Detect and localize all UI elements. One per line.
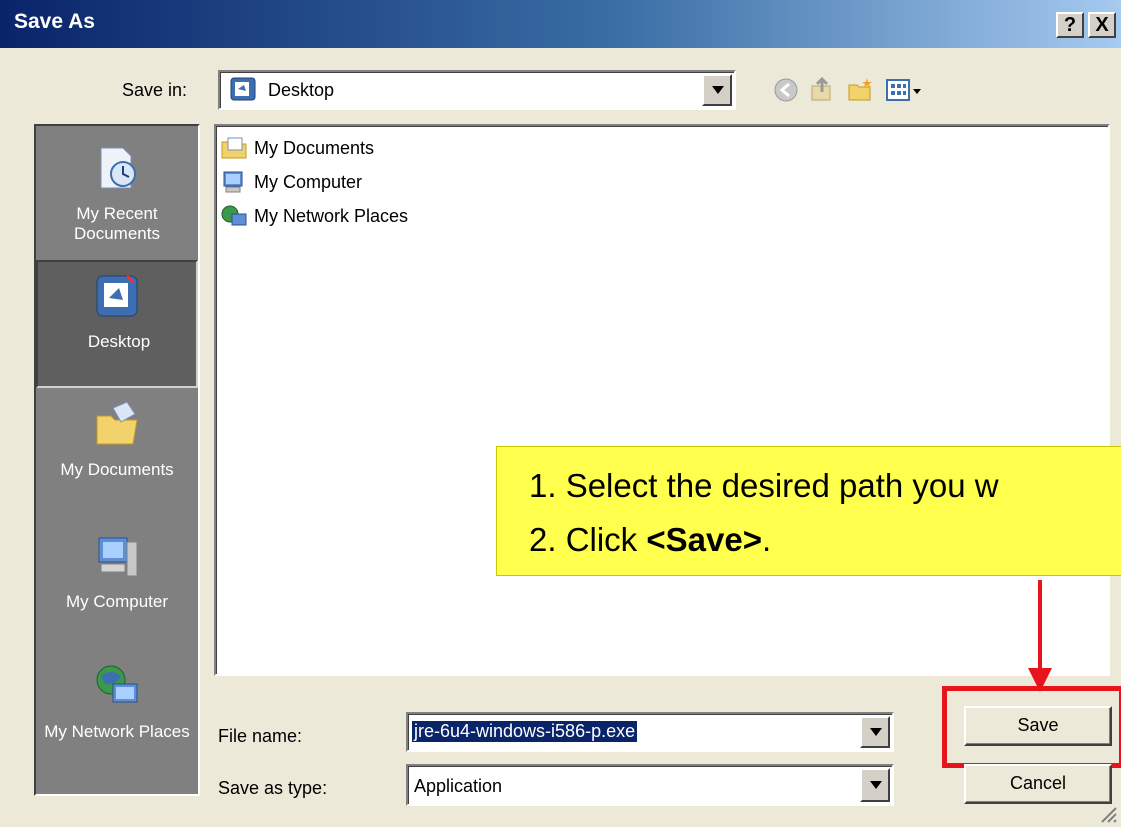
my-computer-icon <box>98 537 138 577</box>
red-arrow-icon <box>1028 580 1052 692</box>
desktop-icon <box>230 77 256 101</box>
chevron-down-icon <box>870 728 882 736</box>
place-my-recent-documents[interactable]: My Recent Documents <box>36 134 198 262</box>
callout-line-2-suffix: . <box>761 521 772 558</box>
file-name: My Network Places <box>254 206 409 226</box>
view-menu-icon[interactable] <box>884 76 924 104</box>
place-my-network-places[interactable]: My Network Places <box>36 652 198 780</box>
callout-line-2-bold: <Save> <box>646 521 762 558</box>
place-label: My Computer <box>65 592 169 611</box>
back-icon[interactable] <box>772 76 800 104</box>
close-button[interactable]: X <box>1088 12 1116 38</box>
list-item[interactable]: My Documents <box>220 136 520 160</box>
place-label: My Documents <box>60 460 174 479</box>
place-desktop[interactable]: Desktop <box>36 260 198 388</box>
place-label: My Recent Documents <box>74 204 160 243</box>
file-name: My Documents <box>254 138 375 158</box>
save-as-type-dropdown-button[interactable] <box>860 768 890 802</box>
cancel-button[interactable]: Cancel <box>964 764 1112 804</box>
file-name: My Computer <box>254 172 363 192</box>
computer-icon <box>223 171 243 193</box>
file-name-input[interactable]: jre-6u4-windows-i586-p.exe <box>406 712 894 752</box>
save-in-combo[interactable]: Desktop <box>218 70 736 110</box>
save-as-type-value: Application <box>414 776 503 796</box>
title-bar: Save As ? X <box>0 0 1121 48</box>
place-label: My Network Places <box>44 722 190 741</box>
place-my-documents[interactable]: My Documents <box>36 390 198 518</box>
file-name-label: File name: <box>218 726 303 746</box>
save-button[interactable]: Save <box>964 706 1112 746</box>
places-bar: My Recent Documents Desktop My Documents… <box>34 124 200 796</box>
save-as-type-select[interactable]: Application <box>406 764 894 806</box>
list-item[interactable]: My Computer <box>220 170 520 194</box>
folder-documents-icon <box>221 137 247 159</box>
list-item[interactable]: My Network Places <box>220 204 520 228</box>
up-folder-icon[interactable] <box>808 76 836 104</box>
file-list[interactable]: My Documents My Computer My Network Plac… <box>214 124 1110 676</box>
window-title: Save As <box>14 10 95 33</box>
desktop-icon <box>96 274 138 317</box>
chevron-down-icon <box>870 781 882 789</box>
save-in-dropdown-button[interactable] <box>702 74 732 106</box>
my-documents-icon <box>96 401 138 445</box>
save-as-type-label: Save as type: <box>218 778 328 798</box>
recent-documents-icon <box>100 147 136 189</box>
network-icon <box>221 205 247 226</box>
help-button[interactable]: ? <box>1056 12 1084 38</box>
network-places-icon <box>96 665 138 703</box>
place-my-computer[interactable]: My Computer <box>36 522 198 650</box>
save-in-value: Desktop <box>268 80 335 100</box>
callout-line-1: 1. Select the desired path you w <box>529 467 999 504</box>
new-folder-icon[interactable] <box>846 76 874 104</box>
file-name-value: jre-6u4-windows-i586-p.exe <box>412 721 638 742</box>
resize-grip-icon[interactable] <box>1098 804 1118 824</box>
place-label: Desktop <box>87 332 151 351</box>
callout-line-2-prefix: 2. Click <box>529 521 647 558</box>
instruction-callout: 1. Select the desired path you w 2. Clic… <box>496 446 1121 576</box>
file-name-dropdown-button[interactable] <box>860 716 890 748</box>
callout-line-2: 2. Click <Save>. <box>529 521 771 559</box>
save-in-label: Save in: <box>122 80 188 100</box>
chevron-down-icon <box>712 86 724 94</box>
